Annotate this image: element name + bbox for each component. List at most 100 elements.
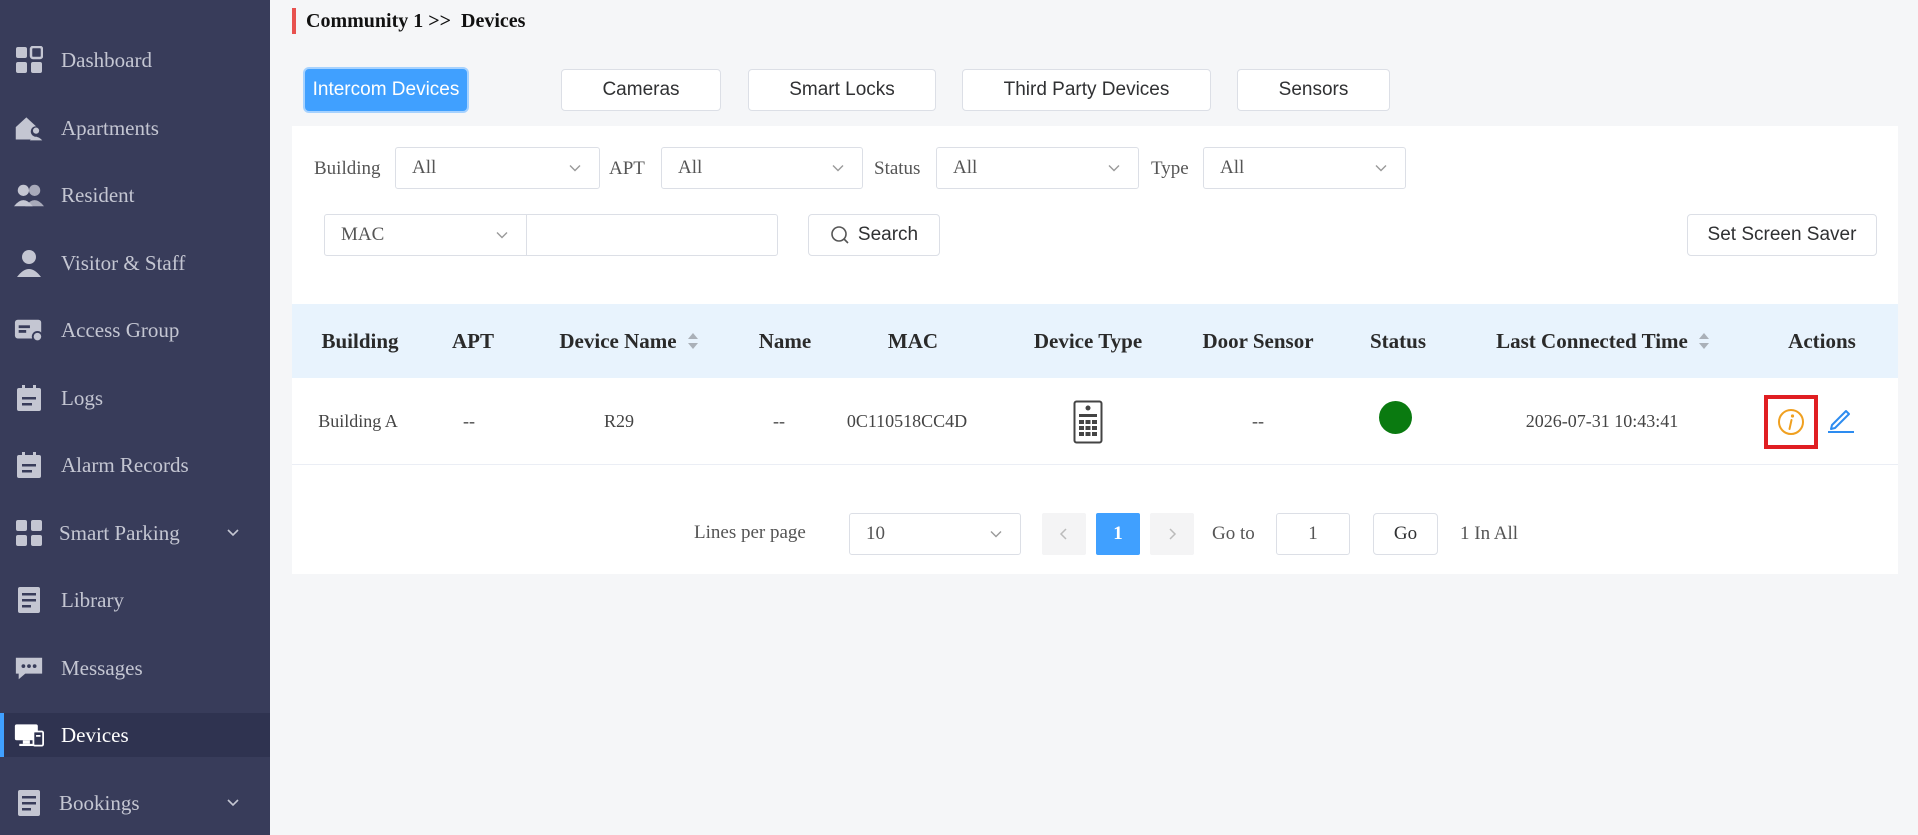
sidebar-item-label: Dashboard <box>61 47 152 72</box>
bookings-icon <box>14 788 44 818</box>
chevron-down-icon <box>990 531 1002 538</box>
column-header-name: Name <box>758 328 812 353</box>
tab-smart-locks[interactable]: Smart Locks <box>748 69 936 111</box>
column-header-device-type: Device Type <box>1033 328 1143 353</box>
go-button[interactable]: Go <box>1373 513 1438 555</box>
sidebar-item-messages[interactable]: Messages <box>0 646 270 690</box>
sidebar-item-label: Visitor & Staff <box>61 250 186 275</box>
sidebar-item-resident[interactable]: Resident <box>0 173 270 217</box>
alarm-records-icon <box>14 450 44 480</box>
search-input[interactable] <box>526 214 778 256</box>
sidebar-item-label: Access Group <box>61 317 180 342</box>
column-header-actions: Actions <box>1788 328 1856 353</box>
column-header-apt: APT <box>452 328 494 353</box>
search-field-select[interactable]: MAC <box>324 214 527 256</box>
prev-page-button[interactable] <box>1042 513 1086 555</box>
column-header-last-connected-label: Last Connected Time <box>1496 328 1688 353</box>
info-icon <box>1778 408 1804 435</box>
messages-icon <box>14 653 44 683</box>
column-header-mac: MAC <box>887 328 939 353</box>
sidebar-item-alarm-records[interactable]: Alarm Records <box>0 443 270 487</box>
cell-building: Building A <box>318 411 398 431</box>
sidebar-item-logs[interactable]: Logs <box>0 376 270 420</box>
door-phone-icon <box>1073 400 1103 443</box>
chevron-down-icon <box>227 529 239 537</box>
resident-icon <box>14 180 44 210</box>
search-icon <box>831 226 849 244</box>
chevron-down-icon <box>1375 165 1387 172</box>
sidebar-item-library[interactable]: Library <box>0 578 270 622</box>
apt-select[interactable]: All <box>661 147 863 189</box>
logs-icon <box>14 383 44 413</box>
sidebar-item-apartments[interactable]: Apartments <box>0 106 270 150</box>
sidebar-item-label: Devices <box>61 722 129 747</box>
breadcrumb-separator: >> <box>423 9 457 32</box>
chevron-right-icon <box>1169 528 1177 540</box>
table-row: Building A -- R29 -- 0C110518CC4D -- 202… <box>292 378 1898 465</box>
goto-page-input[interactable]: 1 <box>1276 513 1350 555</box>
next-page-button[interactable] <box>1150 513 1194 555</box>
chevron-down-icon <box>569 165 581 172</box>
building-filter-label: Building <box>314 158 381 179</box>
sidebar-item-visitor-staff[interactable]: Visitor & Staff <box>0 241 270 285</box>
smart-parking-icon <box>14 518 44 548</box>
cell-device-type <box>996 378 1180 465</box>
chevron-down-icon <box>832 165 844 172</box>
sidebar-item-label: Alarm Records <box>61 452 189 477</box>
apartments-icon <box>14 113 44 143</box>
status-online-indicator <box>1378 401 1412 434</box>
breadcrumb: Community 1 >> Devices <box>292 8 525 34</box>
sidebar-item-dashboard[interactable]: Dashboard <box>0 38 270 82</box>
type-select[interactable]: All <box>1203 147 1406 189</box>
library-icon <box>14 585 44 615</box>
sidebar-item-label: Bookings <box>59 790 140 815</box>
tab-third-party-devices[interactable]: Third Party Devices <box>962 69 1211 111</box>
edit-icon <box>1828 409 1854 433</box>
tab-sensors[interactable]: Sensors <box>1237 69 1390 111</box>
cell-name: -- <box>773 411 785 431</box>
lines-per-page-label: Lines per page <box>694 522 806 543</box>
sidebar-item-smart-parking[interactable]: Smart Parking <box>0 511 270 555</box>
search-field-value: MAC <box>341 224 385 245</box>
access-group-icon <box>14 315 44 345</box>
column-header-last-connected[interactable]: Last Connected Time <box>1460 304 1746 378</box>
status-filter-label: Status <box>874 158 921 179</box>
type-select-value: All <box>1220 157 1245 178</box>
column-header-door-sensor: Door Sensor <box>1202 328 1314 353</box>
main-content: Community 1 >> Devices Intercom Devices … <box>270 0 1918 835</box>
sort-icon <box>687 333 698 349</box>
status-select-value: All <box>953 157 978 178</box>
sidebar-item-label: Library <box>61 587 124 612</box>
sidebar-item-devices[interactable]: Devices <box>0 713 270 757</box>
building-select[interactable]: All <box>395 147 600 189</box>
set-screen-saver-button[interactable]: Set Screen Saver <box>1687 214 1877 256</box>
page-button-current[interactable]: 1 <box>1096 513 1140 555</box>
chevron-down-icon <box>496 232 508 239</box>
sort-icon <box>1698 333 1709 349</box>
lines-per-page-select[interactable]: 10 <box>849 513 1021 555</box>
search-button[interactable]: Search <box>808 214 940 256</box>
total-count: 1 In All <box>1460 523 1519 544</box>
building-select-value: All <box>412 157 437 178</box>
sidebar-item-bookings[interactable]: Bookings <box>0 781 270 825</box>
sidebar-item-label: Apartments <box>61 115 159 140</box>
device-info-button[interactable] <box>1764 394 1818 449</box>
tab-cameras[interactable]: Cameras <box>561 69 721 111</box>
chevron-down-icon <box>227 799 239 807</box>
sidebar-item-access-group[interactable]: Access Group <box>0 308 270 352</box>
status-select[interactable]: All <box>936 147 1139 189</box>
dashboard-icon <box>14 45 44 75</box>
lines-per-page-value: 10 <box>866 523 885 544</box>
cell-mac: 0C110518CC4D <box>846 411 968 431</box>
apt-filter-label: APT <box>609 158 645 179</box>
tab-intercom-devices[interactable]: Intercom Devices <box>305 69 467 111</box>
breadcrumb-community[interactable]: Community 1 <box>306 10 423 33</box>
edit-device-button[interactable] <box>1824 402 1858 436</box>
cell-door-sensor: -- <box>1252 411 1264 431</box>
cell-apt: -- <box>463 411 475 431</box>
cell-status <box>1336 378 1454 465</box>
cell-last-connected: 2026-07-31 10:43:41 <box>1525 411 1679 431</box>
sidebar: Dashboard Apartments Resident Visitor & … <box>0 0 270 835</box>
column-header-device-name[interactable]: Device Name <box>518 304 740 378</box>
visitor-icon <box>14 248 44 278</box>
